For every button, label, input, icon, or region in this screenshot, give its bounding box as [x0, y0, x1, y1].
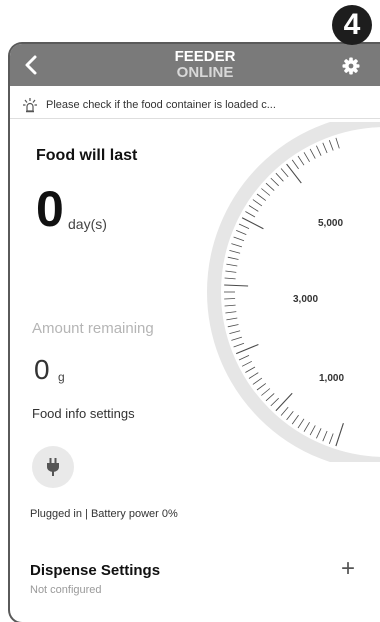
- gauge-minor-tick: [316, 145, 322, 156]
- gauge-label-5000: 5,000: [318, 218, 343, 229]
- gauge-minor-tick: [238, 223, 250, 229]
- gauge-minor-tick: [241, 360, 252, 367]
- gauge-major-tick: [335, 423, 344, 447]
- gauge-minor-tick: [231, 243, 243, 248]
- gauge-minor-tick: [231, 336, 243, 341]
- gauge-minor-tick: [265, 182, 275, 191]
- gauge-minor-tick: [303, 421, 310, 432]
- dispense-settings-title[interactable]: Dispense Settings: [30, 562, 160, 579]
- gauge-label-3000: 3,000: [293, 294, 318, 305]
- gauge-minor-tick: [252, 199, 263, 207]
- gauge-minor-tick: [322, 142, 328, 154]
- gauge-minor-tick: [245, 366, 256, 373]
- phone-screen: FEEDER ONLINE Please check if the food c…: [8, 42, 380, 622]
- gauge-minor-tick: [227, 324, 239, 328]
- screenshot-stage: 4 FEEDER ONLINE Please check if the food…: [0, 0, 380, 622]
- gauge-minor-tick: [252, 377, 263, 385]
- step-callout-badge: 4: [332, 5, 372, 45]
- plus-icon[interactable]: +: [336, 556, 360, 582]
- gauge-ticks: [224, 137, 344, 447]
- gauge-minor-tick: [226, 263, 238, 267]
- gear-icon[interactable]: [342, 57, 360, 75]
- gauge-minor-tick: [238, 355, 250, 361]
- food-days-unit: day(s): [68, 216, 107, 232]
- gauge-minor-tick: [303, 152, 310, 163]
- notice-text: Please check if the food container is lo…: [46, 99, 276, 111]
- gauge-minor-tick: [256, 383, 267, 391]
- gauge-minor-tick: [224, 298, 236, 300]
- power-status-badge: [32, 446, 74, 488]
- power-status-text: Plugged in | Battery power 0%: [30, 508, 178, 520]
- gauge-minor-tick: [248, 372, 259, 379]
- gauge-minor-tick: [291, 159, 299, 170]
- connection-status: ONLINE: [176, 64, 234, 81]
- gauge-minor-tick: [261, 188, 271, 196]
- gauge-minor-tick: [297, 418, 305, 429]
- gauge-minor-tick: [291, 414, 299, 425]
- gauge-outer-ring: [207, 122, 380, 462]
- gauge-minor-tick: [224, 304, 236, 307]
- gauge-minor-tick: [328, 433, 334, 444]
- gauge-minor-tick: [286, 410, 294, 421]
- food-gauge: 5,000 3,000 1,000: [207, 122, 380, 462]
- gauge-minor-tick: [335, 137, 340, 149]
- amount-remaining-label: Amount remaining: [32, 320, 154, 337]
- gauge-minor-tick: [225, 311, 237, 314]
- gauge-minor-tick: [322, 430, 328, 442]
- gauge-minor-tick: [280, 168, 289, 178]
- gauge-minor-tick: [265, 393, 275, 402]
- gauge-major-tick: [286, 163, 302, 184]
- gauge-minor-tick: [227, 256, 239, 260]
- gauge-minor-tick: [233, 236, 245, 242]
- amount-remaining-unit: g: [58, 370, 65, 384]
- notice-divider: [10, 118, 380, 119]
- gauge-minor-tick: [316, 428, 322, 439]
- gauge-minor-tick: [328, 140, 334, 151]
- gauge-major-tick: [224, 284, 249, 287]
- gauge-minor-tick: [229, 330, 241, 334]
- food-duration-label: Food will last: [36, 147, 138, 164]
- gauge-major-tick: [275, 392, 293, 412]
- notice-banner[interactable]: Please check if the food container is lo…: [22, 96, 362, 114]
- gauge-minor-tick: [297, 155, 305, 166]
- gauge-minor-tick: [270, 177, 279, 187]
- gauge-minor-tick: [224, 277, 236, 280]
- dispense-settings-status: Not configured: [30, 584, 102, 596]
- gauge-minor-tick: [233, 342, 245, 348]
- gauge-minor-tick: [229, 250, 241, 254]
- gauge-major-tick: [235, 343, 259, 355]
- gauge-minor-tick: [309, 148, 316, 159]
- gauge-minor-tick: [270, 397, 279, 407]
- gauge-minor-tick: [280, 406, 289, 416]
- alert-light-icon: [23, 98, 37, 113]
- gauge-minor-tick: [248, 205, 259, 212]
- page-title: FEEDER: [174, 48, 236, 65]
- gauge-minor-tick: [226, 317, 238, 321]
- gauge-minor-tick: [309, 425, 316, 436]
- gauge-minor-tick: [236, 230, 247, 235]
- gauge-minor-tick: [256, 193, 267, 201]
- gauge-minor-tick: [275, 172, 284, 182]
- gauge-minor-tick: [261, 388, 271, 396]
- gauge-label-1000: 1,000: [319, 373, 344, 384]
- chevron-left-icon[interactable]: [18, 50, 46, 80]
- amount-remaining-value: 0: [34, 354, 50, 385]
- gauge-minor-tick: [225, 270, 237, 273]
- app-header: FEEDER ONLINE: [10, 44, 380, 86]
- food-info-settings-link[interactable]: Food info settings: [32, 406, 135, 421]
- food-days-value: 0: [36, 181, 64, 237]
- gauge-minor-tick: [245, 211, 256, 218]
- plug-icon: [47, 458, 59, 476]
